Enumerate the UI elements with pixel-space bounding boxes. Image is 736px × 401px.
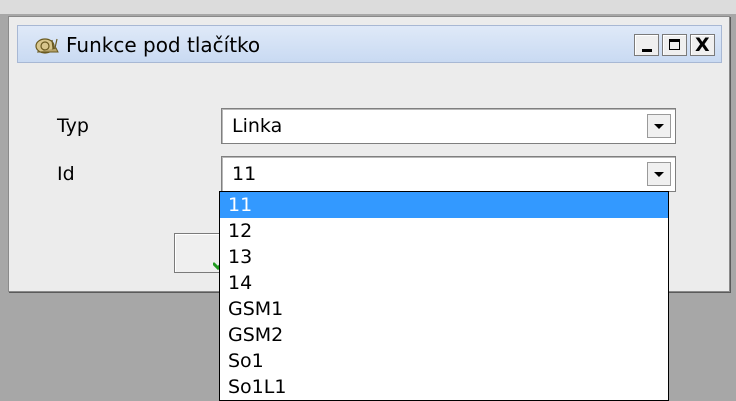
close-button[interactable]: X xyxy=(690,34,715,56)
id-select[interactable]: 11 xyxy=(221,156,676,192)
list-item[interactable]: GSM2 xyxy=(220,322,668,348)
type-label: Typ xyxy=(57,115,89,137)
top-strip xyxy=(0,0,736,14)
window-title: Funkce pod tlačítko xyxy=(66,33,261,57)
list-item[interactable]: 13 xyxy=(220,244,668,270)
id-label: Id xyxy=(57,163,75,185)
list-item[interactable]: 12 xyxy=(220,218,668,244)
close-icon: X xyxy=(695,34,710,56)
minimize-button[interactable] xyxy=(634,34,659,56)
maximize-icon xyxy=(669,39,680,50)
list-item[interactable]: 14 xyxy=(220,270,668,296)
list-item[interactable]: GSM1 xyxy=(220,296,668,322)
list-item[interactable]: 11 xyxy=(220,192,668,218)
chevron-down-icon xyxy=(654,124,664,129)
list-item[interactable]: So1L1 xyxy=(220,374,668,400)
type-select[interactable]: Linka xyxy=(221,108,676,144)
chevron-down-icon xyxy=(654,172,664,177)
minimize-icon xyxy=(642,49,652,52)
id-dropdown-list[interactable]: 11 12 13 14 GSM1 GSM2 So1 So1L1 xyxy=(219,191,669,401)
snail-icon xyxy=(35,38,59,54)
title-bar[interactable]: Funkce pod tlačítko X xyxy=(17,25,722,63)
maximize-button[interactable] xyxy=(662,34,687,56)
list-item[interactable]: So1 xyxy=(220,348,668,374)
id-select-arrow[interactable] xyxy=(647,162,671,186)
type-select-value: Linka xyxy=(232,115,283,137)
id-select-value: 11 xyxy=(232,163,257,185)
type-select-arrow[interactable] xyxy=(647,114,671,138)
